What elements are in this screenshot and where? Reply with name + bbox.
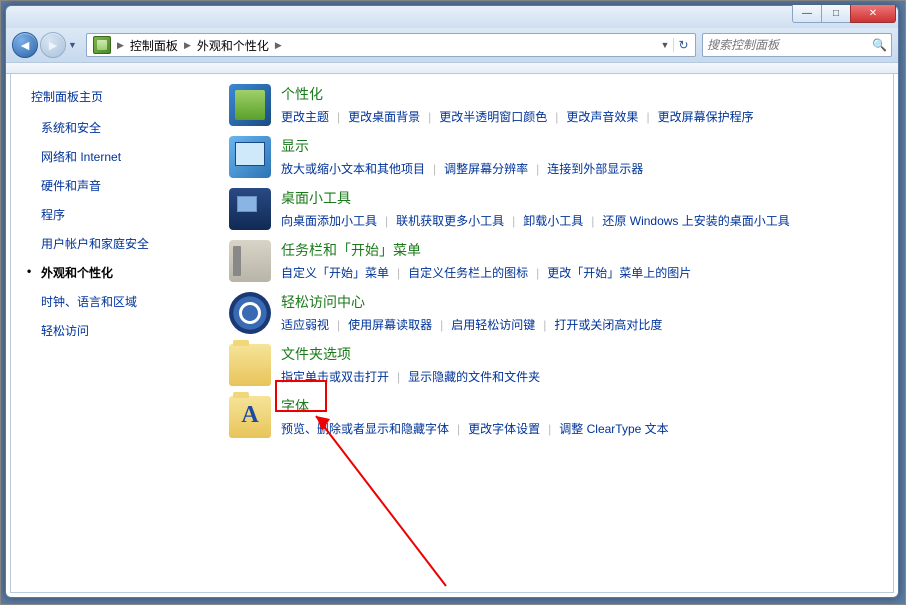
link-customize-start[interactable]: 自定义「开始」菜单 [281,264,389,281]
link-low-vision[interactable]: 适应弱视 [281,316,329,333]
sidebar-home-link[interactable]: 控制面板主页 [31,88,201,105]
link-hidden-files[interactable]: 显示隐藏的文件和文件夹 [408,368,540,385]
link-font-settings[interactable]: 更改字体设置 [468,420,540,437]
search-box[interactable]: 🔍 [702,33,892,57]
link-change-glass-color[interactable]: 更改半透明窗口颜色 [439,108,547,125]
sidebar-item-user-accounts[interactable]: 用户帐户和家庭安全 [31,235,201,252]
sidebar-item-system-security[interactable]: 系统和安全 [31,119,201,136]
minimize-button[interactable]: ― [792,5,822,23]
sidebar-item-network-internet[interactable]: 网络和 Internet [31,148,201,165]
link-resolution[interactable]: 调整屏幕分辨率 [444,160,528,177]
link-customize-taskbar-icons[interactable]: 自定义任务栏上的图标 [408,264,528,281]
chevron-right-icon: ▶ [115,40,126,51]
search-input[interactable] [707,38,872,52]
gadgets-icon [229,188,271,230]
nav-history-dropdown[interactable]: ▼ [68,40,80,50]
maximize-button[interactable]: □ [821,5,851,23]
body-area: 控制面板主页 系统和安全 网络和 Internet 硬件和声音 程序 用户帐户和… [10,74,894,593]
category-title-gadgets[interactable]: 桌面小工具 [281,188,351,208]
category-display: 显示 放大或缩小文本和其他项目| 调整屏幕分辨率| 连接到外部显示器 [229,136,875,178]
link-change-background[interactable]: 更改桌面背景 [348,108,420,125]
link-external-display[interactable]: 连接到外部显示器 [547,160,643,177]
title-bar: ― □ ✕ [6,6,898,28]
display-icon [229,136,271,178]
category-folder-options: 文件夹选项 指定单击或双击打开| 显示隐藏的文件和文件夹 [229,344,875,386]
category-gadgets: 桌面小工具 向桌面添加小工具| 联机获取更多小工具| 卸载小工具| 还原 Win… [229,188,875,230]
link-click-behavior[interactable]: 指定单击或双击打开 [281,368,389,385]
link-restore-gadget[interactable]: 还原 Windows 上安装的桌面小工具 [602,212,789,229]
link-high-contrast[interactable]: 打开或关闭高对比度 [554,316,662,333]
link-change-screensaver[interactable]: 更改屏幕保护程序 [658,108,754,125]
close-button[interactable]: ✕ [850,5,896,23]
link-change-theme[interactable]: 更改主题 [281,108,329,125]
personalization-icon [229,84,271,126]
category-ease-of-access: 轻松访问中心 适应弱视| 使用屏幕读取器| 启用轻松访问键| 打开或关闭高对比度 [229,292,875,334]
link-access-keys[interactable]: 启用轻松访问键 [451,316,535,333]
search-icon: 🔍 [872,38,887,52]
address-dropdown-icon[interactable]: ▼ [657,40,673,50]
link-change-start-picture[interactable]: 更改「开始」菜单上的图片 [547,264,691,281]
sidebar-item-ease-of-access[interactable]: 轻松访问 [31,322,201,339]
link-screen-reader[interactable]: 使用屏幕读取器 [348,316,432,333]
link-change-sound[interactable]: 更改声音效果 [566,108,638,125]
address-bar[interactable]: ▶ 控制面板 ▶ 外观和个性化 ▶ ▼ ↻ [86,33,696,57]
category-title-display[interactable]: 显示 [281,136,309,156]
sidebar-item-programs[interactable]: 程序 [31,206,201,223]
chevron-right-icon: ▶ [182,40,193,51]
category-title-folder-options[interactable]: 文件夹选项 [281,344,351,364]
category-title-personalization[interactable]: 个性化 [281,84,323,104]
taskbar-icon [229,240,271,282]
window-controls: ― □ ✕ [793,5,896,23]
link-cleartype[interactable]: 调整 ClearType 文本 [559,420,668,437]
sidebar-item-clock-language[interactable]: 时钟、语言和区域 [31,293,201,310]
fonts-icon [229,396,271,438]
main-content: 个性化 更改主题| 更改桌面背景| 更改半透明窗口颜色| 更改声音效果| 更改屏… [211,74,893,592]
refresh-button[interactable]: ↻ [673,38,693,52]
link-get-gadget[interactable]: 联机获取更多小工具 [396,212,504,229]
folder-options-icon [229,344,271,386]
toolbar-divider [6,62,898,74]
ease-of-access-icon [229,292,271,334]
sidebar: 控制面板主页 系统和安全 网络和 Internet 硬件和声音 程序 用户帐户和… [11,74,211,592]
sidebar-item-hardware-sound[interactable]: 硬件和声音 [31,177,201,194]
category-title-fonts[interactable]: 字体 [281,396,309,416]
back-button[interactable]: ◄ [12,32,38,58]
category-personalization: 个性化 更改主题| 更改桌面背景| 更改半透明窗口颜色| 更改声音效果| 更改屏… [229,84,875,126]
breadcrumb-control-panel[interactable]: 控制面板 [126,37,182,54]
link-add-gadget[interactable]: 向桌面添加小工具 [281,212,377,229]
forward-button[interactable]: ► [40,32,66,58]
control-panel-icon [93,36,111,54]
category-title-taskbar[interactable]: 任务栏和「开始」菜单 [281,240,421,260]
breadcrumb-appearance[interactable]: 外观和个性化 [193,37,273,54]
chevron-right-icon: ▶ [273,40,284,51]
window-frame: ― □ ✕ ◄ ► ▼ ▶ 控制面板 ▶ 外观和个性化 ▶ ▼ ↻ 🔍 控制面板… [5,5,899,598]
link-uninstall-gadget[interactable]: 卸载小工具 [523,212,583,229]
link-text-size[interactable]: 放大或缩小文本和其他项目 [281,160,425,177]
link-font-preview-delete[interactable]: 预览、删除或者显示和隐藏字体 [281,420,449,437]
category-title-ease-of-access[interactable]: 轻松访问中心 [281,292,365,312]
nav-bar: ◄ ► ▼ ▶ 控制面板 ▶ 外观和个性化 ▶ ▼ ↻ 🔍 [6,28,898,62]
sidebar-item-appearance[interactable]: 外观和个性化 [31,264,201,281]
category-taskbar: 任务栏和「开始」菜单 自定义「开始」菜单| 自定义任务栏上的图标| 更改「开始」… [229,240,875,282]
category-fonts: 字体 预览、删除或者显示和隐藏字体| 更改字体设置| 调整 ClearType … [229,396,875,438]
